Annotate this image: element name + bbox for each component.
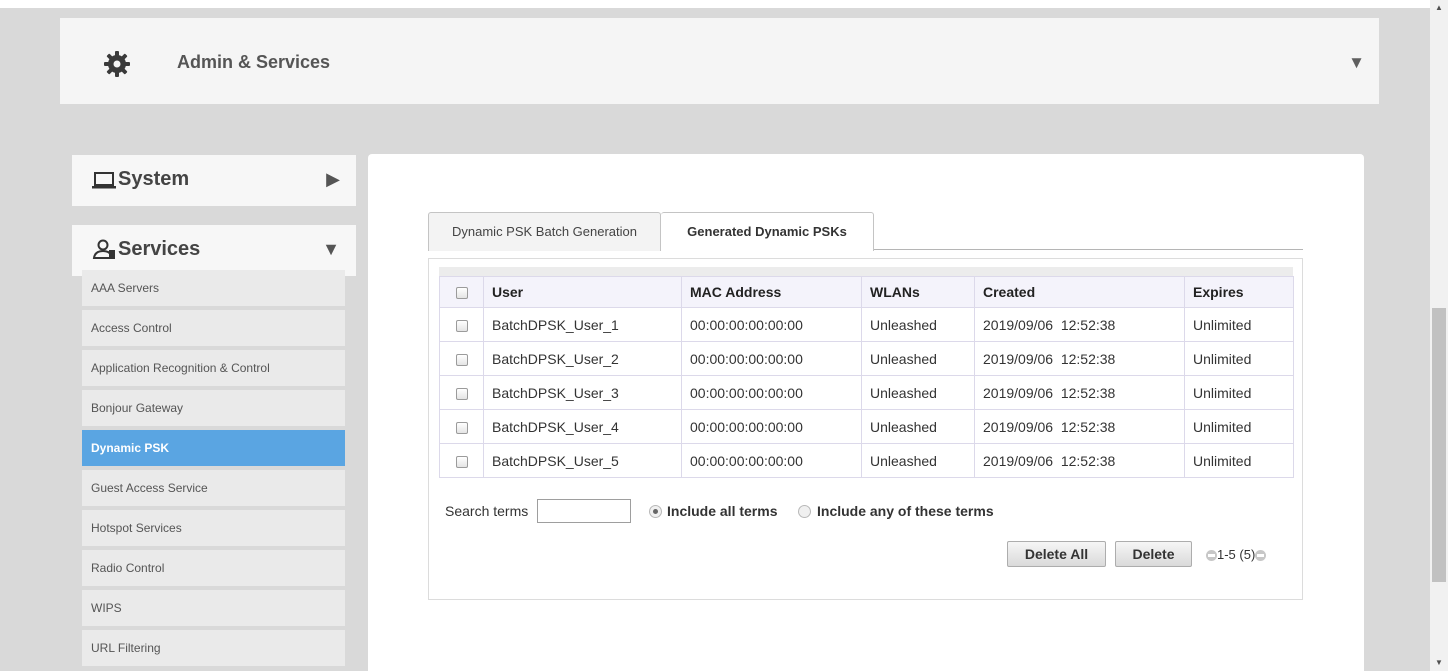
- pagination-range: 1-5 (5): [1217, 547, 1256, 562]
- sidebar-item-dynamic-psk[interactable]: Dynamic PSK: [82, 430, 345, 466]
- sidebar-item-access-control[interactable]: Access Control: [82, 310, 345, 346]
- search-input[interactable]: [537, 499, 631, 523]
- row-select-cell: [439, 409, 484, 444]
- cell-mac-address: 00:00:00:00:00:00: [681, 409, 862, 444]
- table-row[interactable]: BatchDPSK_User_4 00:00:00:00:00:00 Unlea…: [439, 409, 1294, 444]
- delete-all-button[interactable]: Delete All: [1007, 541, 1106, 567]
- cell-expires: Unlimited: [1184, 443, 1294, 478]
- column-header-created[interactable]: Created: [974, 276, 1185, 308]
- tab-bar: Dynamic PSK Batch Generation Generated D…: [428, 212, 1303, 251]
- sidebar-item-bonjour-gateway[interactable]: Bonjour Gateway: [82, 390, 345, 426]
- cell-wlans: Unleashed: [861, 375, 975, 410]
- sidebar-services-label: Services: [118, 238, 201, 260]
- sidebar-item-guest-access-service[interactable]: Guest Access Service: [82, 470, 345, 506]
- table-container: User MAC Address WLANs Created Expires B…: [439, 267, 1294, 579]
- sidebar-item-hotspot-services[interactable]: Hotspot Services: [82, 510, 345, 546]
- cell-created: 2019/09/06 12:52:38: [974, 341, 1185, 376]
- row-checkbox[interactable]: [455, 421, 468, 434]
- table-row[interactable]: BatchDPSK_User_2 00:00:00:00:00:00 Unlea…: [439, 341, 1294, 376]
- row-checkbox[interactable]: [455, 387, 468, 400]
- table-row[interactable]: BatchDPSK_User_1 00:00:00:00:00:00 Unlea…: [439, 307, 1294, 342]
- cell-wlans: Unleashed: [861, 409, 975, 444]
- cell-mac-address: 00:00:00:00:00:00: [681, 375, 862, 410]
- table-row[interactable]: BatchDPSK_User_5 00:00:00:00:00:00 Unlea…: [439, 443, 1294, 478]
- collapse-toggle-icon[interactable]: ▼: [1348, 54, 1365, 71]
- include-any-terms-label[interactable]: Include any of these terms: [817, 503, 994, 519]
- scroll-up-icon[interactable]: ▲: [1430, 0, 1448, 16]
- row-checkbox[interactable]: [455, 353, 468, 366]
- cell-created: 2019/09/06 12:52:38: [974, 307, 1185, 342]
- cell-created: 2019/09/06 12:52:38: [974, 443, 1185, 478]
- content-panel: Dynamic PSK Batch Generation Generated D…: [368, 154, 1364, 671]
- cell-wlans: Unleashed: [861, 443, 975, 478]
- tab-generated-dynamic-psks[interactable]: Generated Dynamic PSKs: [661, 212, 874, 251]
- gear-icon: [104, 51, 130, 77]
- sidebar-item-url-filtering[interactable]: URL Filtering: [82, 630, 345, 666]
- cell-user: BatchDPSK_User_4: [483, 409, 682, 444]
- cell-mac-address: 00:00:00:00:00:00: [681, 341, 862, 376]
- select-all-checkbox[interactable]: [455, 287, 468, 300]
- search-row: Search terms Include all terms Include a…: [445, 499, 1285, 527]
- cell-expires: Unlimited: [1184, 307, 1294, 342]
- row-select-cell: [439, 443, 484, 478]
- select-all-cell: [439, 276, 484, 308]
- sidebar-section-system[interactable]: System ▶: [72, 155, 356, 206]
- cell-expires: Unlimited: [1184, 341, 1294, 376]
- cell-created: 2019/09/06 12:52:38: [974, 375, 1185, 410]
- delete-button[interactable]: Delete: [1115, 541, 1192, 567]
- sidebar-section-services[interactable]: Services ▼: [72, 225, 356, 276]
- tab-dynamic-psk-batch-generation[interactable]: Dynamic PSK Batch Generation: [428, 212, 661, 251]
- cell-created: 2019/09/06 12:52:38: [974, 409, 1185, 444]
- include-all-terms-radio[interactable]: [649, 505, 662, 518]
- admin-services-header[interactable]: Admin & Services ▼: [60, 18, 1379, 104]
- scrollbar-thumb[interactable]: [1432, 308, 1446, 582]
- table-row[interactable]: BatchDPSK_User_3 00:00:00:00:00:00 Unlea…: [439, 375, 1294, 410]
- sidebar-system-label: System: [118, 168, 190, 190]
- laptop-icon: [92, 172, 116, 189]
- cell-wlans: Unleashed: [861, 307, 975, 342]
- sidebar-item-aaa-servers[interactable]: AAA Servers: [82, 270, 345, 306]
- pagination: 1-5 (5): [1206, 547, 1267, 562]
- cell-mac-address: 00:00:00:00:00:00: [681, 307, 862, 342]
- sidebar-item-radio-control[interactable]: Radio Control: [82, 550, 345, 586]
- cell-user: BatchDPSK_User_1: [483, 307, 682, 342]
- column-header-user[interactable]: User: [483, 276, 682, 308]
- search-terms-label: Search terms: [445, 503, 529, 519]
- vertical-scrollbar[interactable]: ▲ ▼: [1430, 0, 1448, 671]
- row-select-cell: [439, 307, 484, 342]
- include-any-terms-radio[interactable]: [798, 505, 811, 518]
- cell-user: BatchDPSK_User_5: [483, 443, 682, 478]
- row-checkbox[interactable]: [455, 319, 468, 332]
- next-page-icon[interactable]: [1255, 550, 1267, 562]
- table-header-row: User MAC Address WLANs Created Expires: [439, 276, 1294, 308]
- include-all-terms-label[interactable]: Include all terms: [667, 503, 777, 519]
- cell-mac-address: 00:00:00:00:00:00: [681, 443, 862, 478]
- scroll-down-icon[interactable]: ▼: [1430, 655, 1448, 671]
- column-header-expires[interactable]: Expires: [1184, 276, 1294, 308]
- sidebar-item-wips[interactable]: WIPS: [82, 590, 345, 626]
- cell-user: BatchDPSK_User_2: [483, 341, 682, 376]
- previous-page-icon[interactable]: [1206, 550, 1217, 562]
- cell-expires: Unlimited: [1184, 375, 1294, 410]
- row-select-cell: [439, 375, 484, 410]
- collapse-arrow-icon: ▼: [322, 239, 340, 259]
- cell-expires: Unlimited: [1184, 409, 1294, 444]
- column-header-mac-address[interactable]: MAC Address: [681, 276, 862, 308]
- cell-wlans: Unleashed: [861, 341, 975, 376]
- row-select-cell: [439, 341, 484, 376]
- services-menu: AAA Servers Access Control Application R…: [82, 270, 345, 670]
- page-background: Admin & Services ▼ System ▶ Services ▼ A…: [0, 8, 1430, 671]
- radio-selected-dot: [653, 509, 658, 514]
- psk-table: User MAC Address WLANs Created Expires B…: [439, 276, 1294, 478]
- row-checkbox[interactable]: [455, 455, 468, 468]
- table-wrapper: User MAC Address WLANs Created Expires B…: [439, 276, 1294, 579]
- sidebar-item-application-recognition[interactable]: Application Recognition & Control: [82, 350, 345, 386]
- generated-psks-panel: User MAC Address WLANs Created Expires B…: [428, 258, 1303, 600]
- column-header-wlans[interactable]: WLANs: [861, 276, 975, 308]
- cell-user: BatchDPSK_User_3: [483, 375, 682, 410]
- header-title: Admin & Services: [177, 52, 331, 72]
- services-icon: [92, 239, 115, 259]
- expand-arrow-icon: ▶: [326, 169, 340, 189]
